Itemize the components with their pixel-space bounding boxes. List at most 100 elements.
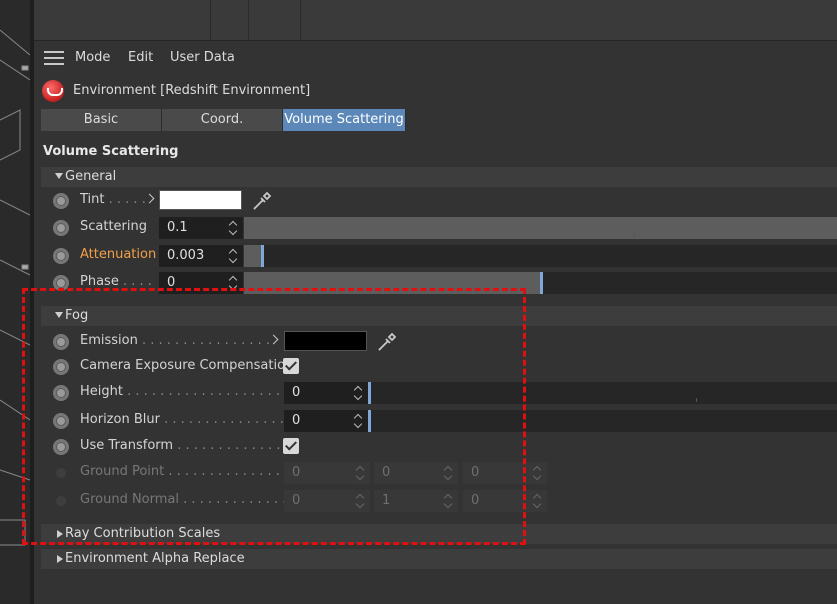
animation-keyframe-icon[interactable]: [53, 439, 69, 455]
param-row-emission: Emission . . . . . . . . . . . . . . . .: [41, 329, 837, 355]
tab-coord[interactable]: Coord.: [162, 109, 283, 131]
param-row-use-transform: Use Transform . . . . . . . . . . . . . …: [41, 434, 837, 460]
spinner-arrows-icon: [533, 464, 543, 482]
object-title: Environment [Redshift Environment]: [73, 83, 311, 98]
param-row-height: Height . . . . . . . . . . . . . . . . .…: [41, 380, 837, 406]
animation-keyframe-icon[interactable]: [53, 413, 69, 429]
spinner-arrows-icon[interactable]: [354, 412, 364, 430]
spinner-arrows-icon: [444, 464, 454, 482]
tint-color-swatch[interactable]: [159, 190, 242, 210]
spinner-arrows-icon: [356, 464, 366, 482]
eyedropper-icon[interactable]: [376, 331, 398, 353]
animation-keyframe-icon: [56, 468, 66, 478]
param-label: Camera Exposure Compensation: [80, 358, 294, 373]
menu-user-data[interactable]: User Data: [170, 50, 235, 65]
top-strip-divider: [210, 0, 211, 40]
param-label: Use Transform . . . . . . . . . . . . . …: [80, 438, 289, 453]
group-fog-label: Fog: [65, 308, 89, 323]
slider-knob[interactable]: [260, 245, 264, 267]
chevron-right-icon[interactable]: [144, 193, 155, 204]
attenuation-input[interactable]: 0.003: [159, 245, 243, 267]
spinner-arrows-icon[interactable]: [354, 384, 364, 402]
eyedropper-icon[interactable]: [251, 190, 273, 212]
group-env-alpha-header[interactable]: Environment Alpha Replace: [41, 549, 837, 569]
slider-tick: [634, 233, 635, 237]
animation-keyframe-icon: [56, 496, 66, 506]
param-label: Scattering: [80, 219, 148, 234]
emission-color-swatch[interactable]: [284, 331, 367, 351]
use-transform-checkbox[interactable]: [283, 438, 299, 454]
group-ray-contribution-header[interactable]: Ray Contribution Scales: [41, 524, 837, 544]
param-row-scattering: Scattering 0.1: [41, 215, 837, 241]
ground-point-z-input: 0: [463, 462, 547, 484]
object-header: Environment [Redshift Environment]: [34, 76, 837, 106]
spinner-arrows-icon: [444, 492, 454, 510]
animation-keyframe-icon[interactable]: [53, 334, 69, 350]
param-row-ground-point: Ground Point . . . . . . . . . . . . . .…: [41, 460, 837, 486]
slider-fill: [244, 217, 837, 239]
height-input[interactable]: 0: [284, 382, 368, 404]
ground-point-x-input: 0: [284, 462, 370, 484]
group-general-label: General: [65, 169, 117, 184]
slider-fill: [244, 245, 262, 267]
param-row-camera-exposure: Camera Exposure Compensation: [41, 354, 837, 380]
ground-normal-z-input: 0: [463, 490, 547, 512]
group-env-alpha-label: Environment Alpha Replace: [65, 551, 245, 566]
height-slider[interactable]: [368, 382, 837, 404]
viewport-panel[interactable]: [0, 0, 30, 604]
animation-keyframe-icon[interactable]: [53, 248, 69, 264]
animation-keyframe-icon[interactable]: [53, 359, 69, 375]
slider-tick: [696, 398, 697, 402]
menu-edit[interactable]: Edit: [128, 50, 153, 65]
collapse-triangle-icon: [57, 530, 63, 538]
spinner-arrows-icon[interactable]: [229, 247, 239, 265]
viewport-wireframe: [0, 29, 30, 546]
animation-keyframe-icon[interactable]: [53, 275, 69, 291]
top-strip-divider: [300, 0, 301, 40]
spinner-arrows-icon[interactable]: [229, 219, 239, 237]
param-label: Phase . . . .: [80, 274, 152, 289]
hamburger-menu-icon[interactable]: [44, 51, 64, 65]
param-label: Ground Point . . . . . . . . . . . . . .…: [80, 464, 289, 479]
section-title: Volume Scattering: [43, 144, 179, 159]
scattering-slider[interactable]: [244, 217, 837, 239]
param-row-horizon-blur: Horizon Blur . . . . . . . . . . . . . .…: [41, 408, 837, 434]
phase-slider[interactable]: [244, 272, 837, 294]
slider-knob[interactable]: [368, 382, 371, 404]
tab-basic[interactable]: Basic: [41, 109, 162, 131]
animation-keyframe-icon[interactable]: [53, 220, 69, 236]
camera-exposure-checkbox[interactable]: [283, 358, 299, 374]
group-general-header[interactable]: General: [41, 167, 837, 187]
slider-fill: [244, 272, 541, 294]
group-ray-contribution-label: Ray Contribution Scales: [65, 526, 221, 541]
ground-point-y-input: 0: [374, 462, 458, 484]
slider-knob[interactable]: [539, 272, 543, 294]
param-label: Ground Normal . . . . . . . . . . . . .: [80, 492, 287, 507]
attenuation-slider[interactable]: [244, 245, 837, 267]
top-strip: [34, 0, 837, 41]
menu-mode[interactable]: Mode: [75, 50, 110, 65]
spinner-arrows-icon[interactable]: [229, 274, 239, 292]
param-row-attenuation: Attenuation 0.003: [41, 243, 837, 269]
animation-keyframe-icon[interactable]: [53, 385, 69, 401]
tab-volume-scattering[interactable]: Volume Scattering: [283, 109, 406, 131]
param-row-ground-normal: Ground Normal . . . . . . . . . . . . . …: [41, 488, 837, 514]
ground-normal-y-input: 1: [374, 490, 458, 512]
param-label: Horizon Blur . . . . . . . . . . . . . .…: [80, 412, 293, 427]
animation-keyframe-icon[interactable]: [53, 193, 69, 209]
param-label: Height . . . . . . . . . . . . . . . . .…: [80, 384, 289, 399]
spinner-arrows-icon: [533, 492, 543, 510]
scattering-input[interactable]: 0.1: [159, 217, 243, 239]
attribute-menu-bar: Mode Edit User Data: [34, 41, 837, 73]
slider-knob[interactable]: [368, 410, 371, 432]
horizon-blur-slider[interactable]: [368, 410, 837, 432]
param-row-phase: Phase . . . . 0: [41, 270, 837, 296]
phase-input[interactable]: 0: [159, 272, 243, 294]
horizon-blur-input[interactable]: 0: [284, 410, 368, 432]
param-label: Attenuation: [80, 247, 157, 262]
expand-triangle-icon: [55, 173, 63, 179]
collapse-triangle-icon: [57, 555, 63, 563]
ground-normal-x-input: 0: [284, 490, 370, 512]
group-fog-header[interactable]: Fog: [41, 306, 837, 326]
redshift-environment-icon: [42, 80, 64, 102]
